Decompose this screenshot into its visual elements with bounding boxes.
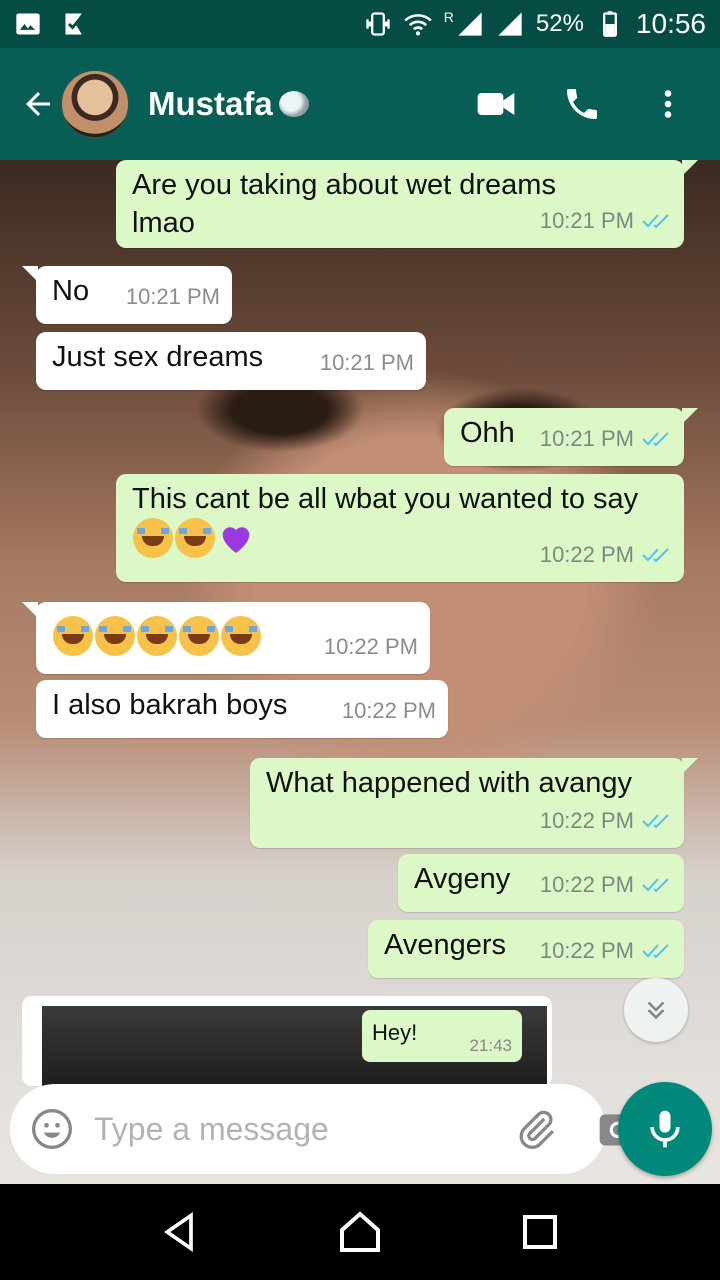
read-ticks-icon (642, 432, 669, 447)
message-outgoing[interactable]: Avengers 10:22 PM (368, 920, 684, 978)
message-outgoing[interactable]: Avgeny 10:22 PM (398, 854, 684, 912)
read-ticks-icon (642, 548, 669, 563)
battery-percent: 52% (535, 10, 584, 37)
more-options-button[interactable] (646, 82, 690, 126)
message-input[interactable] (94, 1110, 514, 1148)
message-text: This cant be all wbat you wanted to say (132, 483, 639, 515)
nav-home-icon (340, 1211, 380, 1252)
message-outgoing[interactable]: This cant be all wbat you wanted to say … (116, 474, 684, 582)
message-time: 10:21 PM (319, 350, 414, 375)
image-message[interactable]: Hey! 21:43 (22, 996, 552, 1086)
purple-heart-emoji (222, 527, 250, 554)
message-incoming[interactable]: 10:22 PM (22, 602, 430, 674)
signal-icon-2 (498, 12, 522, 36)
attach-button[interactable] (514, 1105, 558, 1153)
phone-icon (567, 89, 597, 119)
screenshot-bubble-text: Hey! (372, 1020, 418, 1045)
vibrate-icon (366, 12, 390, 36)
message-outgoing[interactable]: Ohh 10:21 PM (444, 408, 698, 466)
network-label: R (443, 9, 454, 25)
screenshot-bubble: Hey! 21:43 (362, 1010, 522, 1062)
face-with-tears-of-joy-emoji (221, 616, 261, 657)
chat-header: Mustafa (0, 48, 720, 160)
contact-name[interactable]: Mustafa (148, 85, 309, 123)
read-ticks-icon (642, 944, 669, 959)
clock: 10:56 (635, 8, 706, 39)
message-incoming[interactable]: Just sex dreams 10:21 PM (36, 332, 426, 390)
message-time: 10:22 PM (539, 808, 634, 833)
status-bar: R 52% 10:56 (0, 0, 720, 48)
microphone-icon (650, 1110, 680, 1148)
bird-emoji-icon (278, 91, 309, 117)
message-incoming[interactable]: No 10:21 PM (22, 266, 232, 324)
message-time: 10:22 PM (341, 698, 436, 723)
face-with-tears-of-joy-emoji (53, 616, 93, 657)
nav-back-button[interactable] (150, 1202, 210, 1262)
face-with-tears-of-joy-emoji (95, 616, 135, 657)
nav-home-button[interactable] (330, 1202, 390, 1262)
scroll-to-bottom-button[interactable] (624, 978, 688, 1042)
image-thumbnail: Hey! 21:43 (42, 1006, 547, 1086)
message-time: 10:22 PM (539, 938, 634, 963)
double-chevron-down-icon (647, 1001, 665, 1020)
message-outgoing[interactable]: What happened with avangy 10:22 PM (250, 758, 698, 848)
chat-wallpaper: Are you taking about wet dreams lmao 10:… (0, 160, 720, 1184)
nav-recents-button[interactable] (510, 1202, 570, 1262)
check-notification-icon (65, 13, 82, 35)
back-arrow-icon (26, 92, 50, 116)
face-with-tears-of-joy-emoji (175, 518, 215, 559)
read-ticks-icon (642, 814, 669, 829)
emoji-icon (32, 1109, 72, 1149)
nav-back-icon (163, 1212, 193, 1252)
video-call-button[interactable] (474, 82, 518, 126)
more-vert-icon (664, 90, 672, 118)
voice-call-button[interactable] (560, 82, 604, 126)
message-text: What happened with avangy (266, 767, 632, 799)
message-incoming[interactable]: I also bakrah boys 10:22 PM (36, 680, 448, 738)
message-time: 10:21 PM (539, 208, 634, 233)
face-with-tears-of-joy-emoji (137, 616, 177, 657)
battery-icon (602, 11, 617, 37)
face-with-tears-of-joy-emoji (133, 518, 173, 559)
paperclip-icon (519, 1110, 555, 1149)
message-time: 10:22 PM (539, 542, 634, 567)
voice-record-button[interactable] (618, 1082, 712, 1176)
message-outgoing[interactable]: Are you taking about wet dreams lmao 10:… (116, 160, 698, 248)
screenshot-bubble-time: 21:43 (469, 1036, 512, 1055)
wifi-icon (404, 14, 432, 36)
gallery-notification-icon (16, 13, 40, 35)
video-call-icon (477, 93, 515, 115)
message-time: 10:21 PM (125, 284, 220, 309)
face-with-tears-of-joy-emoji (179, 616, 219, 657)
back-button[interactable] (8, 74, 68, 134)
nav-recents-icon (523, 1215, 557, 1249)
message-time: 10:21 PM (539, 426, 634, 451)
contact-name-text: Mustafa (148, 85, 273, 122)
read-ticks-icon (642, 214, 669, 229)
read-ticks-icon (642, 878, 669, 893)
emoji-button[interactable] (30, 1105, 74, 1153)
message-time: 10:22 PM (539, 872, 634, 897)
message-composer (10, 1084, 637, 1174)
avatar[interactable] (60, 69, 130, 139)
signal-icon (458, 12, 482, 36)
system-nav-bar (0, 1184, 720, 1280)
message-time: 10:22 PM (323, 634, 418, 659)
